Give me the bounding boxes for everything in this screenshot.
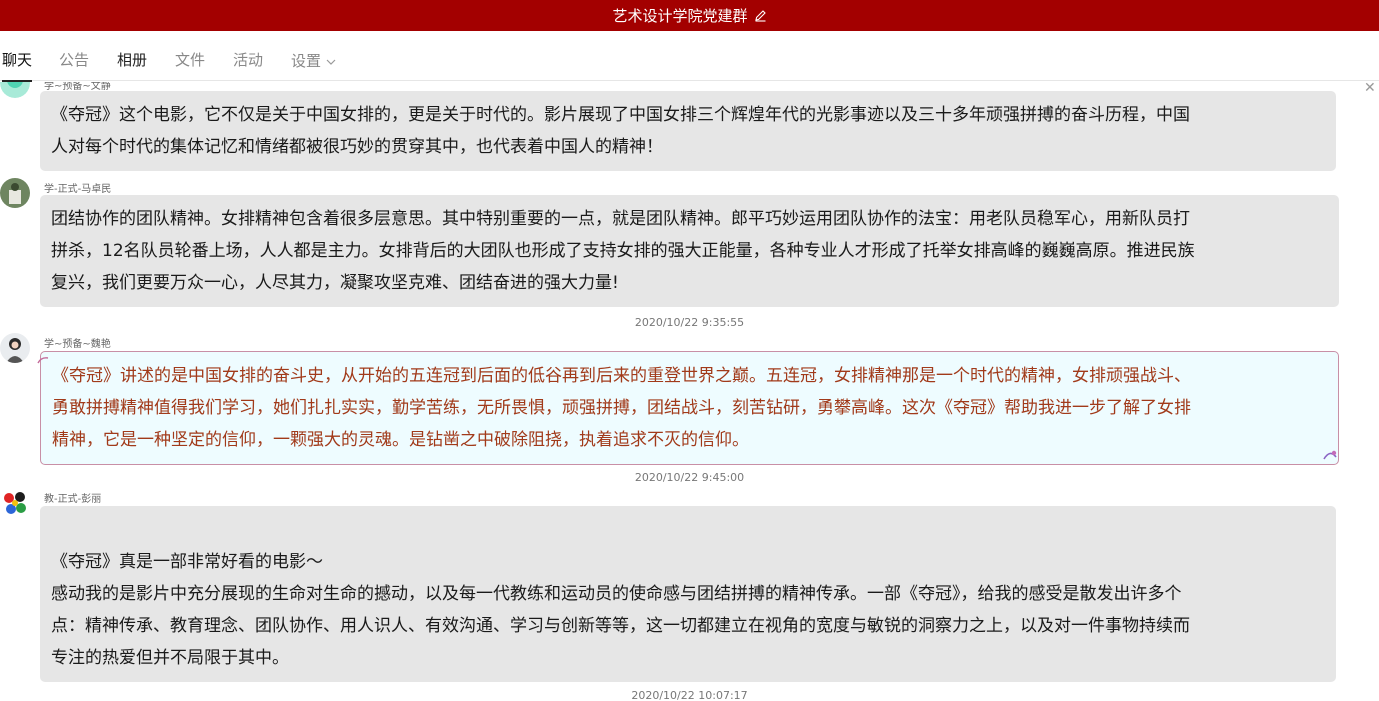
message-line: 精神，它是一种坚定的信仰，一颗强大的灵魂。是钻凿之中破除阻挠，执着追求不灭的信仰… <box>52 430 749 450</box>
message-timestamp: 2020/10/22 9:45:00 <box>634 471 745 484</box>
message-line: 拼杀，12名队员轮番上场，人人都是主力。女排背后的大团队也形成了支持女排的强大正… <box>51 241 1195 261</box>
title-bar: 艺术设计学院党建群 <box>0 0 1379 31</box>
sender-name: 学-正式-马卓民 <box>44 184 112 195</box>
pencil-icon[interactable] <box>754 9 767 22</box>
message-bubble[interactable]: 团结协作的团队精神。女排精神包含着很多层意思。其中特别重要的一点，就是团队精神。… <box>40 195 1339 307</box>
tab-settings[interactable]: 设置 <box>291 31 336 81</box>
message-line: 复兴，我们更要万众一心，人尽其力，凝聚攻坚克难、团结奋进的强大力量! <box>51 273 619 293</box>
bubble-decoration-icon <box>1322 446 1338 465</box>
avatar[interactable] <box>0 333 30 363</box>
message-line: 《夺冠》这个电影，它不仅是关于中国女排的，更是关于时代的。影片展现了中国女排三个… <box>51 105 1190 125</box>
tab-files[interactable]: 文件 <box>175 31 205 81</box>
message-line: 人对每个时代的集体记忆和情绪都被很巧妙的贯穿其中，也代表着中国人的精神！ <box>51 137 663 157</box>
tab-bar: 聊天 公告 相册 文件 活动 设置 <box>0 31 1379 82</box>
message-line <box>51 514 1325 546</box>
message-line: 团结协作的团队精神。女排精神包含着很多层意思。其中特别重要的一点，就是团队精神。… <box>51 209 1190 229</box>
sender-name: 学~预备~魏艳 <box>44 339 111 350</box>
message-line: 点：精神传承、教育理念、团队协作、用人识人、有效沟通、学习与创新等等，这一切都建… <box>51 616 1190 636</box>
message-line: 感动我的是影片中充分展现的生命对生命的撼动，以及每一代教练和运动员的使命感与团结… <box>51 584 1182 604</box>
avatar[interactable] <box>0 488 30 518</box>
tab-chat[interactable]: 聊天 <box>2 31 33 82</box>
message-line: 《夺冠》真是一部非常好看的电影～ <box>51 552 323 572</box>
group-title: 艺术设计学院党建群 <box>612 7 748 25</box>
tab-activities[interactable]: 活动 <box>233 31 263 81</box>
tab-album[interactable]: 相册 <box>117 31 147 81</box>
message-timestamp: 2020/10/22 9:35:55 <box>634 316 745 329</box>
message-line: 专注的热爱但并不局限于其中。 <box>51 648 289 668</box>
message-line: 勇敢拼搏精神值得我们学习，她们扎扎实实，勤学苦练，无所畏惧，顽强拼搏，团结战斗，… <box>52 398 1191 418</box>
bubble-decoration-icon <box>37 349 49 368</box>
message-bubble[interactable]: 《夺冠》这个电影，它不仅是关于中国女排的，更是关于时代的。影片展现了中国女排三个… <box>40 91 1336 171</box>
message-timestamp: 2020/10/22 10:07:17 <box>631 689 748 701</box>
avatar[interactable] <box>0 82 30 98</box>
chevron-down-icon <box>326 31 336 89</box>
message-bubble[interactable]: 《夺冠》讲述的是中国女排的奋斗史，从开始的五连冠到后面的低谷再到后来的重登世界之… <box>40 351 1339 465</box>
message-bubble[interactable]: 《夺冠》真是一部非常好看的电影～ 感动我的是影片中充分展现的生命对生命的撼动，以… <box>40 506 1336 682</box>
message-line: 《夺冠》讲述的是中国女排的奋斗史，从开始的五连冠到后面的低谷再到后来的重登世界之… <box>52 366 1191 386</box>
chat-messages: 学~预备~文静 《夺冠》这个电影，它不仅是关于中国女排的，更是关于时代的。影片展… <box>0 82 1379 701</box>
tab-announcements[interactable]: 公告 <box>59 31 89 81</box>
avatar[interactable] <box>0 178 30 208</box>
sender-name: 教-正式-彭丽 <box>44 494 102 505</box>
